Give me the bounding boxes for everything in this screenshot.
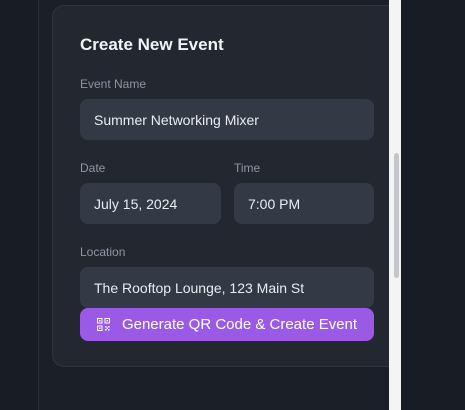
left-sidebar-edge	[0, 0, 39, 410]
event-name-label: Event Name	[80, 77, 147, 91]
outer-background	[401, 0, 465, 410]
create-event-card: Create New Event Event Name Summer Netwo…	[52, 5, 402, 367]
event-name-input[interactable]: Summer Networking Mixer	[80, 99, 374, 140]
date-label: Date	[80, 161, 106, 175]
location-label: Location	[80, 245, 126, 259]
time-label: Time	[234, 161, 261, 175]
generate-qr-create-event-button[interactable]: Generate QR Code & Create Event	[80, 308, 374, 341]
date-input[interactable]: July 15, 2024	[80, 183, 221, 224]
qr-code-icon	[96, 318, 110, 331]
time-input[interactable]: 7:00 PM	[234, 183, 374, 224]
card-title: Create New Event	[80, 35, 224, 54]
button-label: Generate QR Code & Create Event	[121, 316, 358, 333]
location-input[interactable]: The Rooftop Lounge, 123 Main St	[80, 267, 374, 308]
scrollbar-thumb[interactable]	[394, 153, 399, 278]
